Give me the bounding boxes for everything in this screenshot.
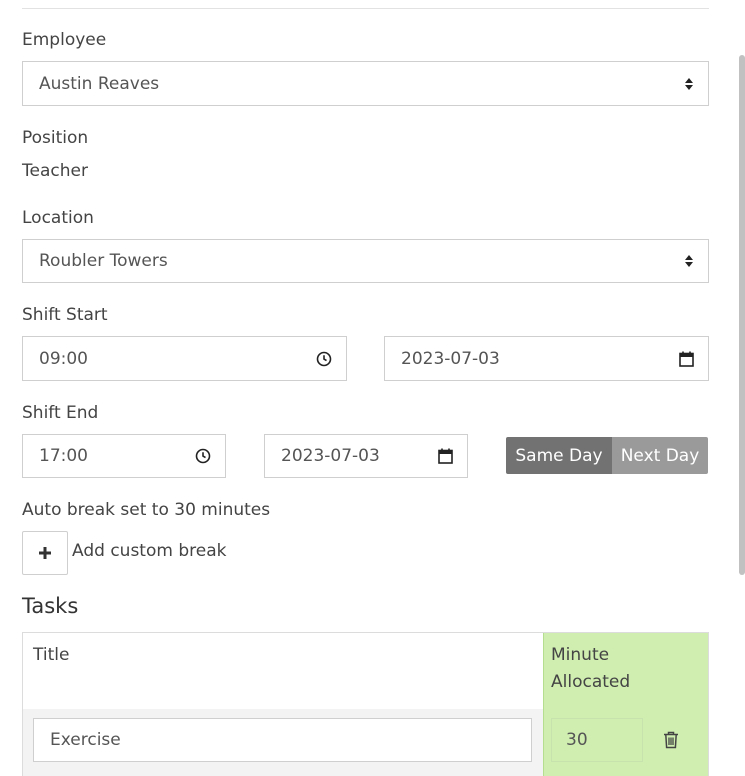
calendar-icon[interactable] xyxy=(438,448,453,464)
shift-end-label: Shift End xyxy=(22,403,99,423)
column-header-title: Title xyxy=(33,645,70,665)
plus-icon xyxy=(39,547,51,559)
position-label: Position xyxy=(22,128,89,148)
add-custom-break-label[interactable]: Add custom break xyxy=(72,541,226,561)
shift-start-date-input[interactable]: 2023-07-03 xyxy=(384,336,709,381)
shift-end-date-value: 2023-07-03 xyxy=(281,446,380,466)
clock-icon[interactable] xyxy=(316,351,332,367)
shift-end-time-value: 17:00 xyxy=(39,446,88,466)
shift-start-time-input[interactable]: 09:00 xyxy=(22,336,347,381)
task-title-value: Exercise xyxy=(50,730,121,750)
page-scrollbar[interactable] xyxy=(739,55,745,575)
task-minutes-value: 30 xyxy=(566,730,588,750)
sort-arrows-icon xyxy=(685,255,693,267)
tasks-table: Title Minute Allocated Exercise 30 xyxy=(22,632,709,776)
shift-end-time-input[interactable]: 17:00 xyxy=(22,434,226,478)
column-header-minutes: Minute Allocated xyxy=(551,645,631,692)
task-minutes-input[interactable]: 30 xyxy=(551,718,643,762)
trash-icon[interactable] xyxy=(663,731,679,749)
shift-start-label: Shift Start xyxy=(22,305,108,325)
tasks-heading: Tasks xyxy=(22,594,79,618)
clock-icon[interactable] xyxy=(195,448,211,464)
location-select[interactable]: Roubler Towers xyxy=(22,239,709,283)
shift-end-date-input[interactable]: 2023-07-03 xyxy=(264,434,468,478)
calendar-icon[interactable] xyxy=(679,351,694,367)
next-day-button[interactable]: Next Day xyxy=(612,437,708,474)
position-value: Teacher xyxy=(22,161,88,181)
location-value: Roubler Towers xyxy=(39,251,168,271)
sort-arrows-icon xyxy=(685,77,693,90)
location-label: Location xyxy=(22,208,94,228)
shift-start-date-value: 2023-07-03 xyxy=(401,348,500,369)
day-toggle-group: Same Day Next Day xyxy=(506,437,708,474)
employee-select[interactable]: Austin Reaves xyxy=(22,61,709,106)
task-title-input[interactable]: Exercise xyxy=(33,718,532,762)
same-day-button[interactable]: Same Day xyxy=(506,437,612,474)
auto-break-text: Auto break set to 30 minutes xyxy=(22,500,271,520)
form-top-divider xyxy=(22,0,709,9)
add-break-button[interactable] xyxy=(22,531,68,575)
employee-value: Austin Reaves xyxy=(39,73,160,94)
shift-start-time-value: 09:00 xyxy=(39,348,88,369)
employee-label: Employee xyxy=(22,30,107,50)
